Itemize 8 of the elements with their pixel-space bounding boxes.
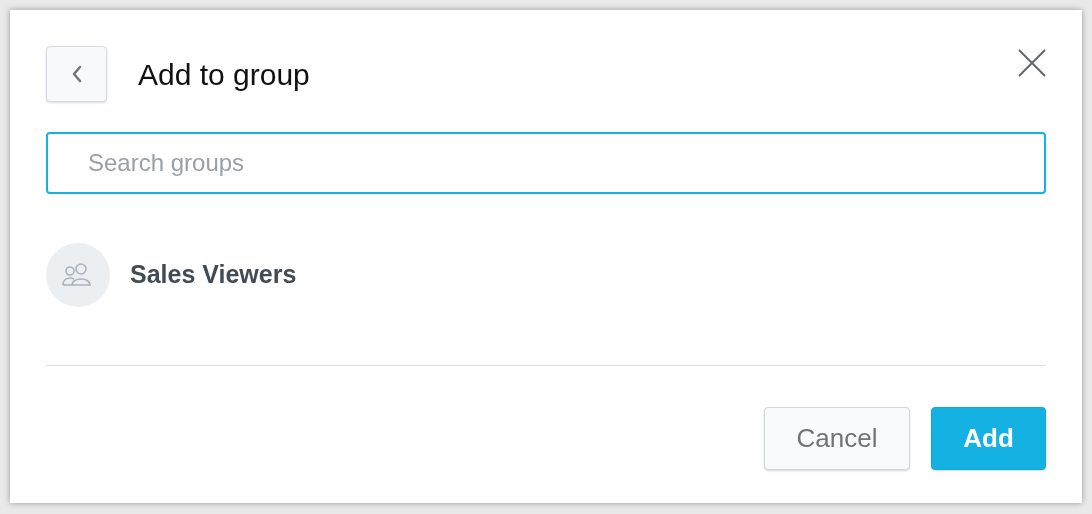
- search-field[interactable]: Search groups: [46, 132, 1046, 194]
- people-icon: [62, 263, 94, 287]
- close-icon: [1017, 48, 1047, 78]
- group-name[interactable]: Sales Viewers: [130, 256, 297, 294]
- chevron-left-icon: [70, 65, 83, 83]
- dialog-title: Add to group: [138, 56, 310, 93]
- cancel-button[interactable]: Cancel: [764, 407, 910, 470]
- add-button[interactable]: Add: [931, 407, 1046, 470]
